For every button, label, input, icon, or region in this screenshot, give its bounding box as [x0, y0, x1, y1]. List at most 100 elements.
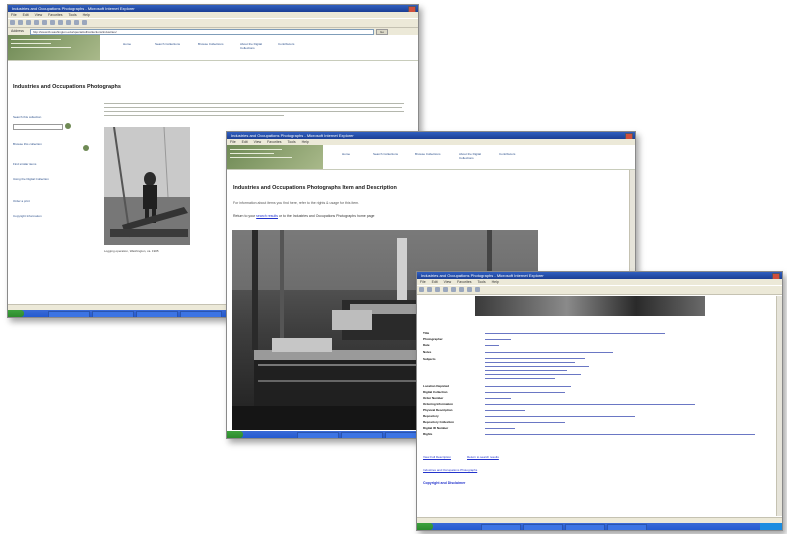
menu-help[interactable]: Help: [302, 140, 309, 144]
field-subjects-value[interactable]: [485, 370, 567, 371]
field-subjects-value[interactable]: [485, 366, 589, 367]
refresh-icon[interactable]: [34, 20, 39, 25]
intro-text-line: [104, 115, 284, 116]
sidebar-search-input[interactable]: [13, 124, 63, 130]
taskbar-item[interactable]: [297, 432, 339, 438]
field-subjects-value[interactable]: [485, 378, 555, 379]
field-location-value[interactable]: [485, 386, 571, 387]
search-icon[interactable]: [459, 287, 464, 292]
menu-file[interactable]: File: [230, 140, 236, 144]
favorites-icon[interactable]: [467, 287, 472, 292]
window-1-titlebar[interactable]: Industries and Occupations Photographs -…: [8, 5, 418, 12]
taskbar-item[interactable]: [481, 524, 521, 530]
back-icon[interactable]: [419, 287, 424, 292]
field-digital-collection-value[interactable]: [485, 392, 565, 393]
sidebar-order[interactable]: Order a print: [13, 199, 30, 203]
field-subjects-value[interactable]: [485, 362, 575, 363]
item-photo-scrolled[interactable]: [475, 296, 705, 316]
home-icon[interactable]: [451, 287, 456, 292]
field-photographer-value[interactable]: [485, 339, 511, 340]
nav-about[interactable]: About the Digital Collections: [459, 152, 487, 160]
site-logo[interactable]: [227, 145, 323, 169]
search-results-link[interactable]: search results: [256, 214, 278, 218]
nav-browse[interactable]: Browse Collections: [198, 42, 224, 46]
view-full-description-link[interactable]: View Full Description: [423, 455, 451, 459]
menu-file[interactable]: File: [420, 280, 426, 284]
field-subjects-value[interactable]: [485, 358, 585, 359]
sidebar-browse[interactable]: Browse this collection: [13, 142, 42, 146]
menu-tools[interactable]: Tools: [477, 280, 485, 284]
site-logo[interactable]: [8, 35, 100, 60]
go-icon[interactable]: [83, 145, 89, 151]
menu-help[interactable]: Help: [83, 13, 90, 17]
nav-contributors[interactable]: Contributors: [278, 42, 294, 46]
taskbar-item[interactable]: [523, 524, 563, 530]
menu-edit[interactable]: Edit: [242, 140, 248, 144]
browser-window-3[interactable]: Industries and Occupations Photographs -…: [416, 271, 783, 531]
menu-edit[interactable]: Edit: [432, 280, 438, 284]
taskbar-item[interactable]: [136, 311, 178, 317]
nav-home[interactable]: Home: [123, 42, 131, 46]
menu-help[interactable]: Help: [492, 280, 499, 284]
copyright-link[interactable]: Copyright and Disclaimer: [423, 481, 465, 485]
menu-favorites[interactable]: Favorites: [457, 280, 471, 284]
field-subjects-value[interactable]: [485, 374, 581, 375]
menu-view[interactable]: View: [35, 13, 43, 17]
back-icon[interactable]: [10, 20, 15, 25]
history-icon[interactable]: [66, 20, 71, 25]
taskbar-item[interactable]: [565, 524, 605, 530]
menu-view[interactable]: View: [444, 280, 452, 284]
taskbar-item[interactable]: [92, 311, 134, 317]
menu-file[interactable]: File: [11, 13, 17, 17]
menu-tools[interactable]: Tools: [287, 140, 295, 144]
stop-icon[interactable]: [26, 20, 31, 25]
go-icon[interactable]: [65, 123, 71, 129]
nav-about[interactable]: About the Digital Collections: [240, 42, 268, 50]
forward-icon[interactable]: [18, 20, 23, 25]
refresh-icon[interactable]: [443, 287, 448, 292]
featured-photo[interactable]: [104, 127, 190, 245]
nav-browse[interactable]: Browse Collections: [415, 152, 441, 156]
taskbar-item[interactable]: [48, 311, 90, 317]
close-button[interactable]: [625, 133, 633, 139]
nav-home[interactable]: Home: [342, 152, 350, 156]
forward-icon[interactable]: [427, 287, 432, 292]
sidebar-search[interactable]: Search this collection: [13, 115, 41, 119]
close-button[interactable]: [772, 273, 780, 279]
history-icon[interactable]: [475, 287, 480, 292]
window-2-titlebar[interactable]: Industries and Occupations Photographs -…: [227, 132, 635, 139]
window-3-titlebar[interactable]: Industries and Occupations Photographs -…: [417, 272, 782, 279]
start-button[interactable]: [8, 310, 24, 317]
start-button[interactable]: [227, 431, 243, 438]
close-button[interactable]: [408, 6, 416, 12]
menu-edit[interactable]: Edit: [23, 13, 29, 17]
window-3-scrollbar[interactable]: [776, 296, 782, 516]
start-button[interactable]: [417, 523, 433, 530]
taskbar-item[interactable]: [180, 311, 222, 317]
stop-icon[interactable]: [435, 287, 440, 292]
menu-favorites[interactable]: Favorites: [267, 140, 281, 144]
sidebar-copyright[interactable]: Copyright Information: [13, 214, 42, 218]
nav-contributors[interactable]: Contributors: [499, 152, 515, 156]
sidebar-similar[interactable]: Find similar items: [13, 162, 36, 166]
return-results-link[interactable]: Return to search results: [467, 455, 499, 459]
print-icon[interactable]: [82, 20, 87, 25]
home-icon[interactable]: [42, 20, 47, 25]
nav-search[interactable]: Search Collections: [373, 152, 399, 156]
intro-text: For information about items you find her…: [233, 201, 360, 205]
nav-search[interactable]: Search Collections: [155, 42, 181, 46]
search-icon[interactable]: [50, 20, 55, 25]
taskbar-item[interactable]: [341, 432, 383, 438]
taskbar-item[interactable]: [607, 524, 647, 530]
favorites-icon[interactable]: [58, 20, 63, 25]
menu-view[interactable]: View: [254, 140, 262, 144]
system-tray[interactable]: [760, 523, 782, 530]
menu-favorites[interactable]: Favorites: [48, 13, 62, 17]
field-repository-collection-value[interactable]: [485, 422, 565, 423]
photo-caption: Logging operation, Washington, ca. 1905: [104, 249, 159, 253]
field-title-value[interactable]: [485, 333, 665, 334]
menu-tools[interactable]: Tools: [68, 13, 76, 17]
sidebar-using[interactable]: Using the Digital Collection: [13, 177, 49, 181]
mail-icon[interactable]: [74, 20, 79, 25]
home-page-link[interactable]: Industries and Occupations Photographs: [423, 468, 477, 472]
